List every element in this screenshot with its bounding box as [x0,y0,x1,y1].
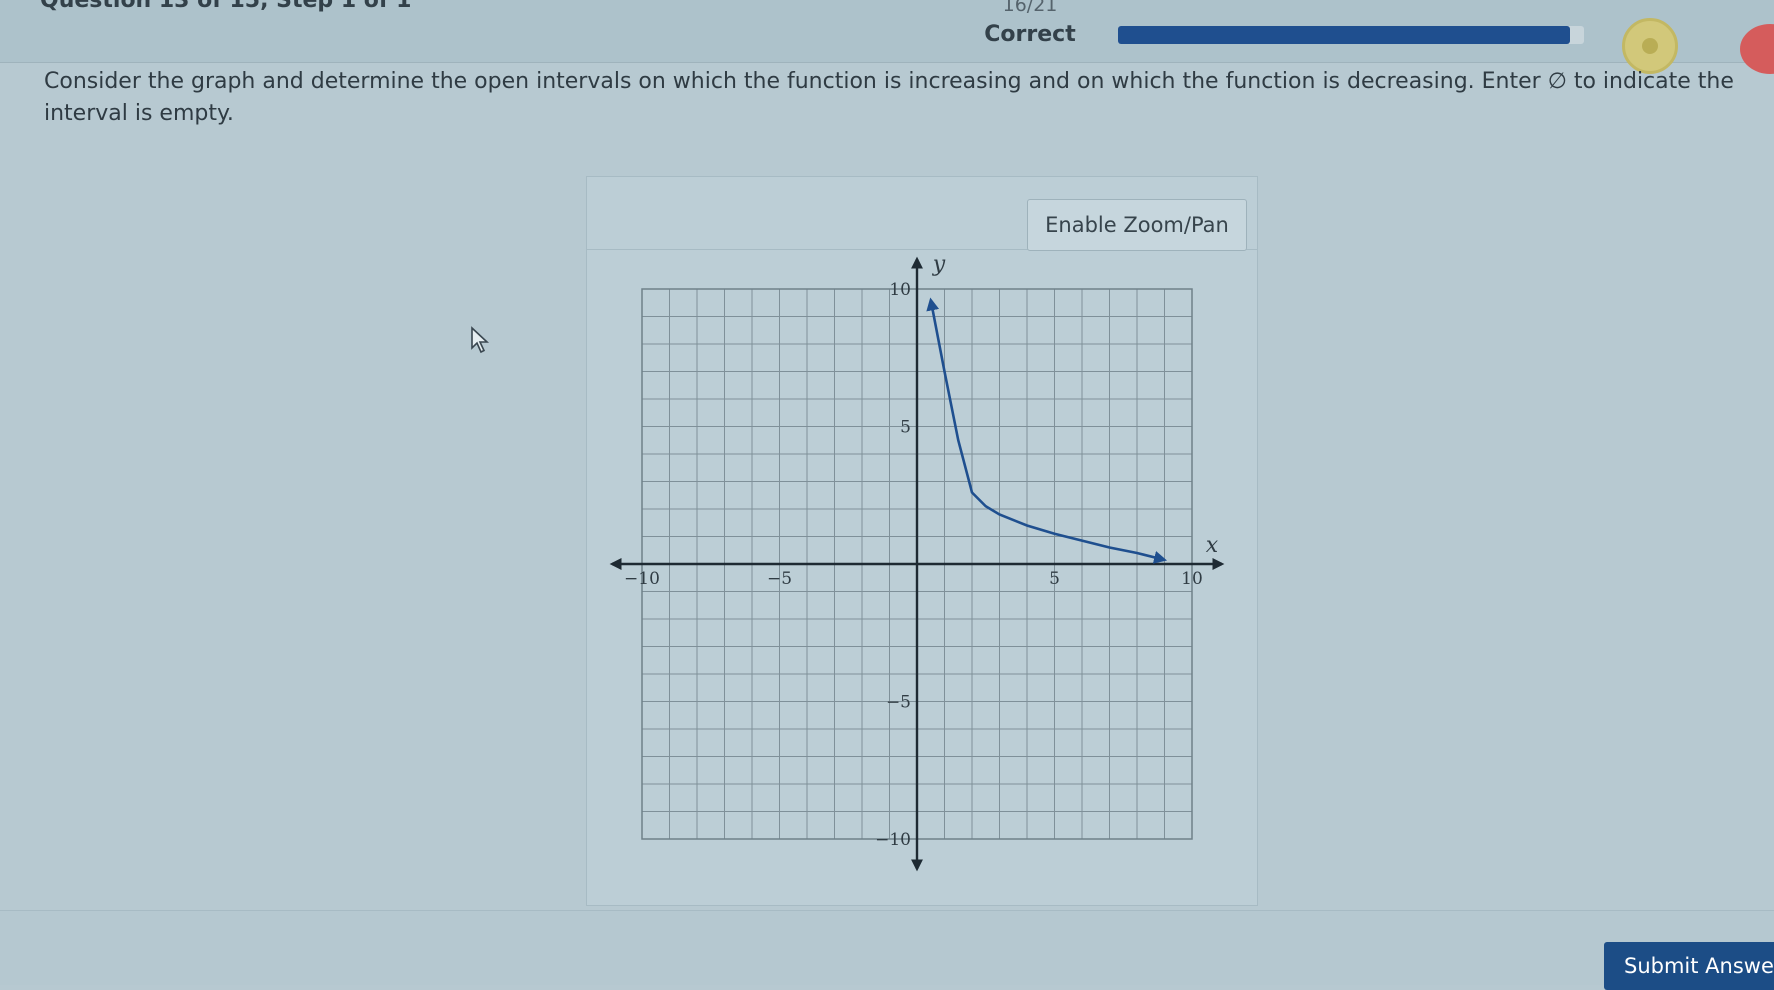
x-tick-label: 5 [1049,569,1060,589]
x-tick-label: −5 [767,569,792,589]
footer-bar [0,910,1774,985]
y-tick-label: 5 [900,418,911,438]
submit-answer-button[interactable]: Submit Answer [1604,942,1774,990]
answer-status: Correct [984,22,1076,47]
y-axis-label: y [932,252,946,277]
score-counter: 16/21 [1002,0,1058,16]
x-axis-label: x [1206,533,1219,558]
x-tick-label: 10 [1181,569,1203,589]
y-tick-label: 10 [889,280,911,300]
y-tick-label: −10 [875,830,911,850]
enable-zoom-pan-button[interactable]: Enable Zoom/Pan [1027,199,1247,251]
function-curve-group [926,297,1168,564]
x-tick-label: −10 [624,569,660,589]
step-label: Question 13 of 15, Step 1 of 1 [40,0,412,13]
y-tick-label: −5 [886,693,911,713]
question-text: Consider the graph and determine the ope… [44,69,1734,126]
progress-bar [1118,26,1584,44]
graph-panel: Enable Zoom/Pan −10 −5 5 10 −10 −5 5 10 x y [586,176,1258,906]
progress-bar-fill [1118,26,1571,44]
axes [609,256,1225,872]
mouse-cursor-icon [471,326,490,354]
graph-toolbar: Enable Zoom/Pan [587,177,1257,251]
function-graph: −10 −5 5 10−10−5510xy [609,252,1225,872]
function-curve [926,297,1168,564]
top-bar: Question 13 of 15, Step 1 of 1 16/21 Cor… [0,0,1774,74]
